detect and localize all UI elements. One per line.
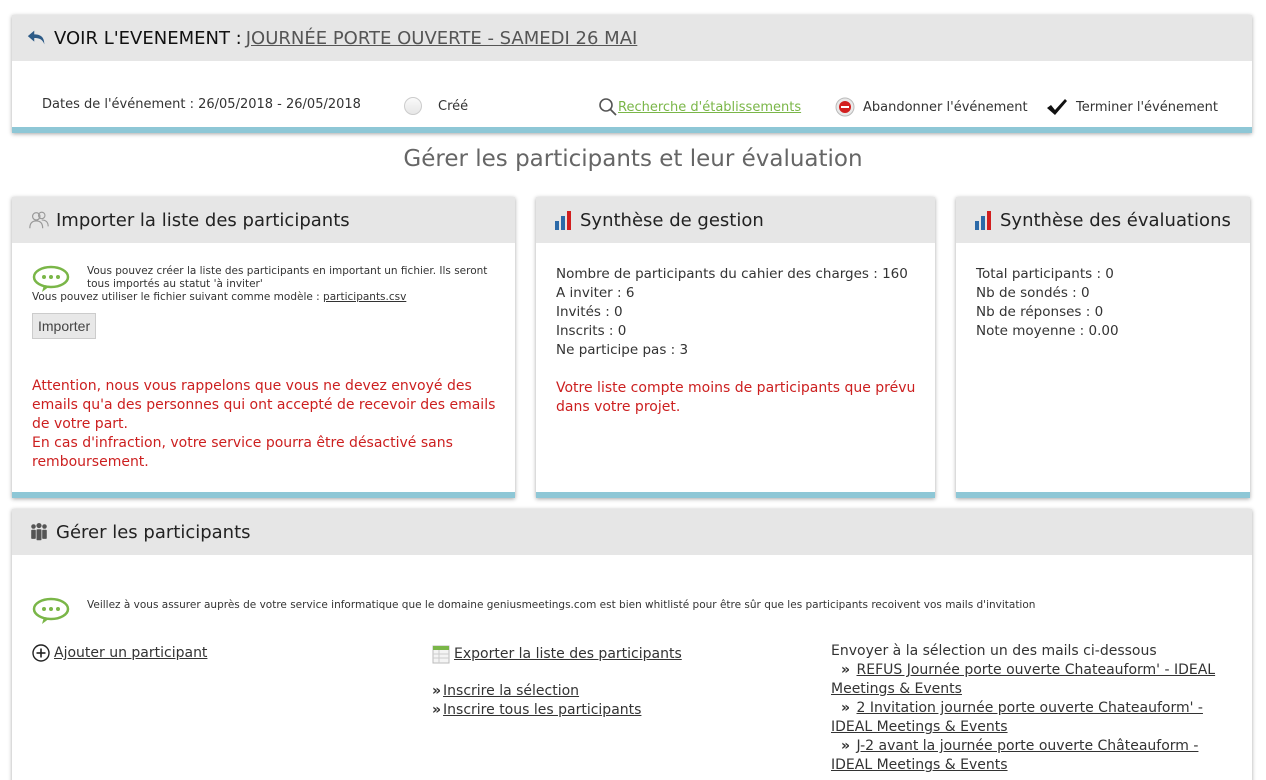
mail-link[interactable]: 2 Invitation journée porte ouverte Chate…: [831, 700, 1203, 735]
stat-line: Nb de réponses : 0: [976, 304, 1104, 320]
manage-info-text: Veillez à vous assurer auprès de votre s…: [87, 599, 1036, 611]
evaluations-card-header: Synthèse des évaluations: [956, 197, 1250, 243]
users-icon: [29, 211, 49, 229]
register-all-link[interactable]: Inscrire tous les participants: [443, 702, 641, 718]
search-icon: [599, 98, 617, 116]
evaluations-stats: Total participants : 0 Nb de sondés : 0 …: [976, 265, 1119, 341]
gestion-card-title: Synthèse de gestion: [580, 209, 764, 231]
gestion-card: Synthèse de gestion Nombre de participan…: [536, 197, 935, 498]
finish-event-button[interactable]: Terminer l'événement: [1046, 97, 1218, 117]
abandon-event-label: Abandonner l'événement: [863, 99, 1028, 115]
gestion-card-header: Synthèse de gestion: [536, 197, 935, 243]
chat-bubble-icon: [32, 265, 70, 292]
mail-link[interactable]: J-2 avant la journée porte ouverte Châte…: [831, 738, 1198, 773]
import-model-line: Vous pouvez utiliser le fichier suivant …: [32, 291, 492, 304]
event-label: VOIR L'EVENEMENT :: [54, 27, 242, 49]
back-arrow-icon[interactable]: [26, 27, 48, 49]
event-panel: VOIR L'EVENEMENT : JOURNÉE PORTE OUVERTE…: [12, 15, 1252, 133]
add-participant-link[interactable]: Ajouter un participant: [54, 645, 207, 661]
import-warning: Attention, nous vous rappelons que vous …: [32, 377, 502, 472]
import-info: Vous pouvez créer la liste des participa…: [32, 265, 492, 304]
accent-bar: [12, 492, 515, 498]
import-card: Importer la liste des participants Vous …: [12, 197, 515, 498]
finish-event-label: Terminer l'événement: [1076, 99, 1218, 115]
stat-line: Inscrits : 0: [556, 323, 627, 339]
chevron-right-icon: »: [432, 702, 442, 718]
bar-chart-icon: [975, 211, 991, 230]
evaluations-card-title: Synthèse des évaluations: [1000, 209, 1231, 231]
stat-line: Total participants : 0: [976, 266, 1114, 282]
event-header: VOIR L'EVENEMENT : JOURNÉE PORTE OUVERTE…: [12, 15, 1252, 61]
search-establishments-link[interactable]: Recherche d'établissements: [618, 100, 801, 115]
mail-link[interactable]: REFUS Journée porte ouverte Chateauform'…: [831, 662, 1215, 697]
stat-line: Ne participe pas : 3: [556, 342, 689, 358]
stat-line: Invités : 0: [556, 304, 623, 320]
send-mails-label: Envoyer à la sélection un des mails ci-d…: [831, 643, 1157, 659]
event-status: Créé: [404, 97, 468, 115]
chevron-right-icon: »: [841, 738, 851, 754]
stat-line: Note moyenne : 0.00: [976, 323, 1119, 339]
stat-line: Nb de sondés : 0: [976, 285, 1090, 301]
stat-line: Nombre de participants du cahier des cha…: [556, 266, 908, 282]
spreadsheet-icon: [432, 645, 450, 664]
mail-item[interactable]: » REFUS Journée porte ouverte Chateaufor…: [831, 661, 1241, 699]
event-title: VOIR L'EVENEMENT : JOURNÉE PORTE OUVERTE…: [26, 27, 637, 49]
search-establishments[interactable]: Recherche d'établissements: [598, 97, 801, 117]
send-mails: Envoyer à la sélection un des mails ci-d…: [831, 642, 1241, 775]
register-selection[interactable]: » Inscrire la sélection: [432, 682, 682, 701]
manage-header: Gérer les participants: [12, 509, 1252, 555]
participants-csv-link[interactable]: participants.csv: [323, 291, 406, 303]
manage-title: Gérer les participants: [56, 521, 251, 543]
gestion-stats: Nombre de participants du cahier des cha…: [556, 265, 908, 360]
stat-line: A inviter : 6: [556, 285, 635, 301]
export-actions: Exporter la liste des participants » Insc…: [432, 644, 682, 720]
gestion-alert: Votre liste compte moins de participants…: [556, 380, 916, 415]
register-selection-link[interactable]: Inscrire la sélection: [443, 683, 579, 699]
import-card-header: Importer la liste des participants: [12, 197, 515, 243]
abandon-event-button[interactable]: Abandonner l'événement: [835, 97, 1028, 117]
chevron-right-icon: »: [432, 683, 442, 699]
section-title: Gérer les participants et leur évaluatio…: [403, 146, 863, 172]
warning-text-2: En cas d'infraction, votre service pourr…: [32, 435, 453, 470]
export-list[interactable]: Exporter la liste des participants: [432, 644, 682, 664]
manage-participants-panel: Gérer les participants Veillez à vous as…: [12, 509, 1252, 780]
stop-icon: [835, 97, 855, 117]
warning-text-1: Attention, nous vous rappelons que vous …: [32, 378, 496, 432]
import-info-text: Vous pouvez créer la liste des participa…: [87, 265, 488, 290]
event-dates: Dates de l'événement : 26/05/2018 - 26/0…: [42, 97, 361, 112]
chevron-right-icon: »: [841, 662, 851, 678]
chat-bubble-icon: [32, 597, 70, 624]
status-label: Créé: [438, 98, 469, 114]
accent-bar: [536, 492, 935, 498]
chevron-right-icon: »: [841, 700, 851, 716]
mail-item[interactable]: » 2 Invitation journée porte ouverte Cha…: [831, 699, 1241, 737]
manage-info: Veillez à vous assurer auprès de votre s…: [32, 597, 1035, 625]
event-name-link[interactable]: JOURNÉE PORTE OUVERTE - SAMEDI 26 MAI: [246, 28, 638, 49]
register-all[interactable]: » Inscrire tous les participants: [432, 701, 682, 720]
add-participant[interactable]: Ajouter un participant: [32, 644, 207, 662]
bar-chart-icon: [555, 211, 571, 230]
evaluations-card: Synthèse des évaluations Total participa…: [956, 197, 1250, 498]
import-button[interactable]: Importer: [32, 313, 97, 339]
accent-bar: [12, 127, 1252, 133]
import-model-text: Vous pouvez utiliser le fichier suivant …: [32, 291, 324, 303]
export-list-link[interactable]: Exporter la liste des participants: [454, 646, 682, 662]
group-icon: [31, 523, 47, 541]
plus-circle-icon: [32, 644, 50, 662]
mail-item[interactable]: » J-2 avant la journée porte ouverte Châ…: [831, 737, 1241, 775]
import-card-title: Importer la liste des participants: [56, 209, 350, 231]
accent-bar: [956, 492, 1250, 498]
check-icon: [1047, 99, 1067, 115]
status-radio[interactable]: [404, 97, 422, 115]
